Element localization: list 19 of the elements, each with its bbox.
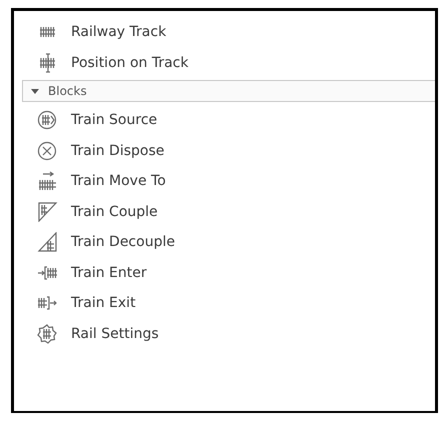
palette-item[interactable]: Position on Track	[71, 54, 188, 71]
palette-item[interactable]: Rail Settings	[71, 326, 159, 342]
palette-item[interactable]: Train Decouple	[71, 234, 175, 250]
close-circle-icon	[37, 140, 59, 161]
palette-item[interactable]: Train Couple	[71, 204, 158, 220]
palette-item[interactable]: Railway Track	[71, 24, 166, 40]
triangle-track-icon	[37, 232, 59, 252]
section-header[interactable]: Blocks	[22, 80, 435, 102]
palette-item[interactable]: Train Dispose	[71, 142, 164, 159]
section-title: Blocks	[48, 84, 87, 98]
caret-down-icon	[31, 86, 40, 96]
track-arrow-icon	[37, 171, 59, 192]
gear-icon	[37, 324, 59, 344]
palette-item[interactable]: Train Move To	[71, 173, 166, 190]
palette-item[interactable]: Train Exit	[71, 295, 136, 312]
palette-item[interactable]: Train Source	[71, 112, 158, 128]
palette-item[interactable]: Train Enter	[71, 264, 147, 281]
track-source-icon	[37, 110, 59, 130]
triangle-track-icon	[37, 202, 59, 222]
